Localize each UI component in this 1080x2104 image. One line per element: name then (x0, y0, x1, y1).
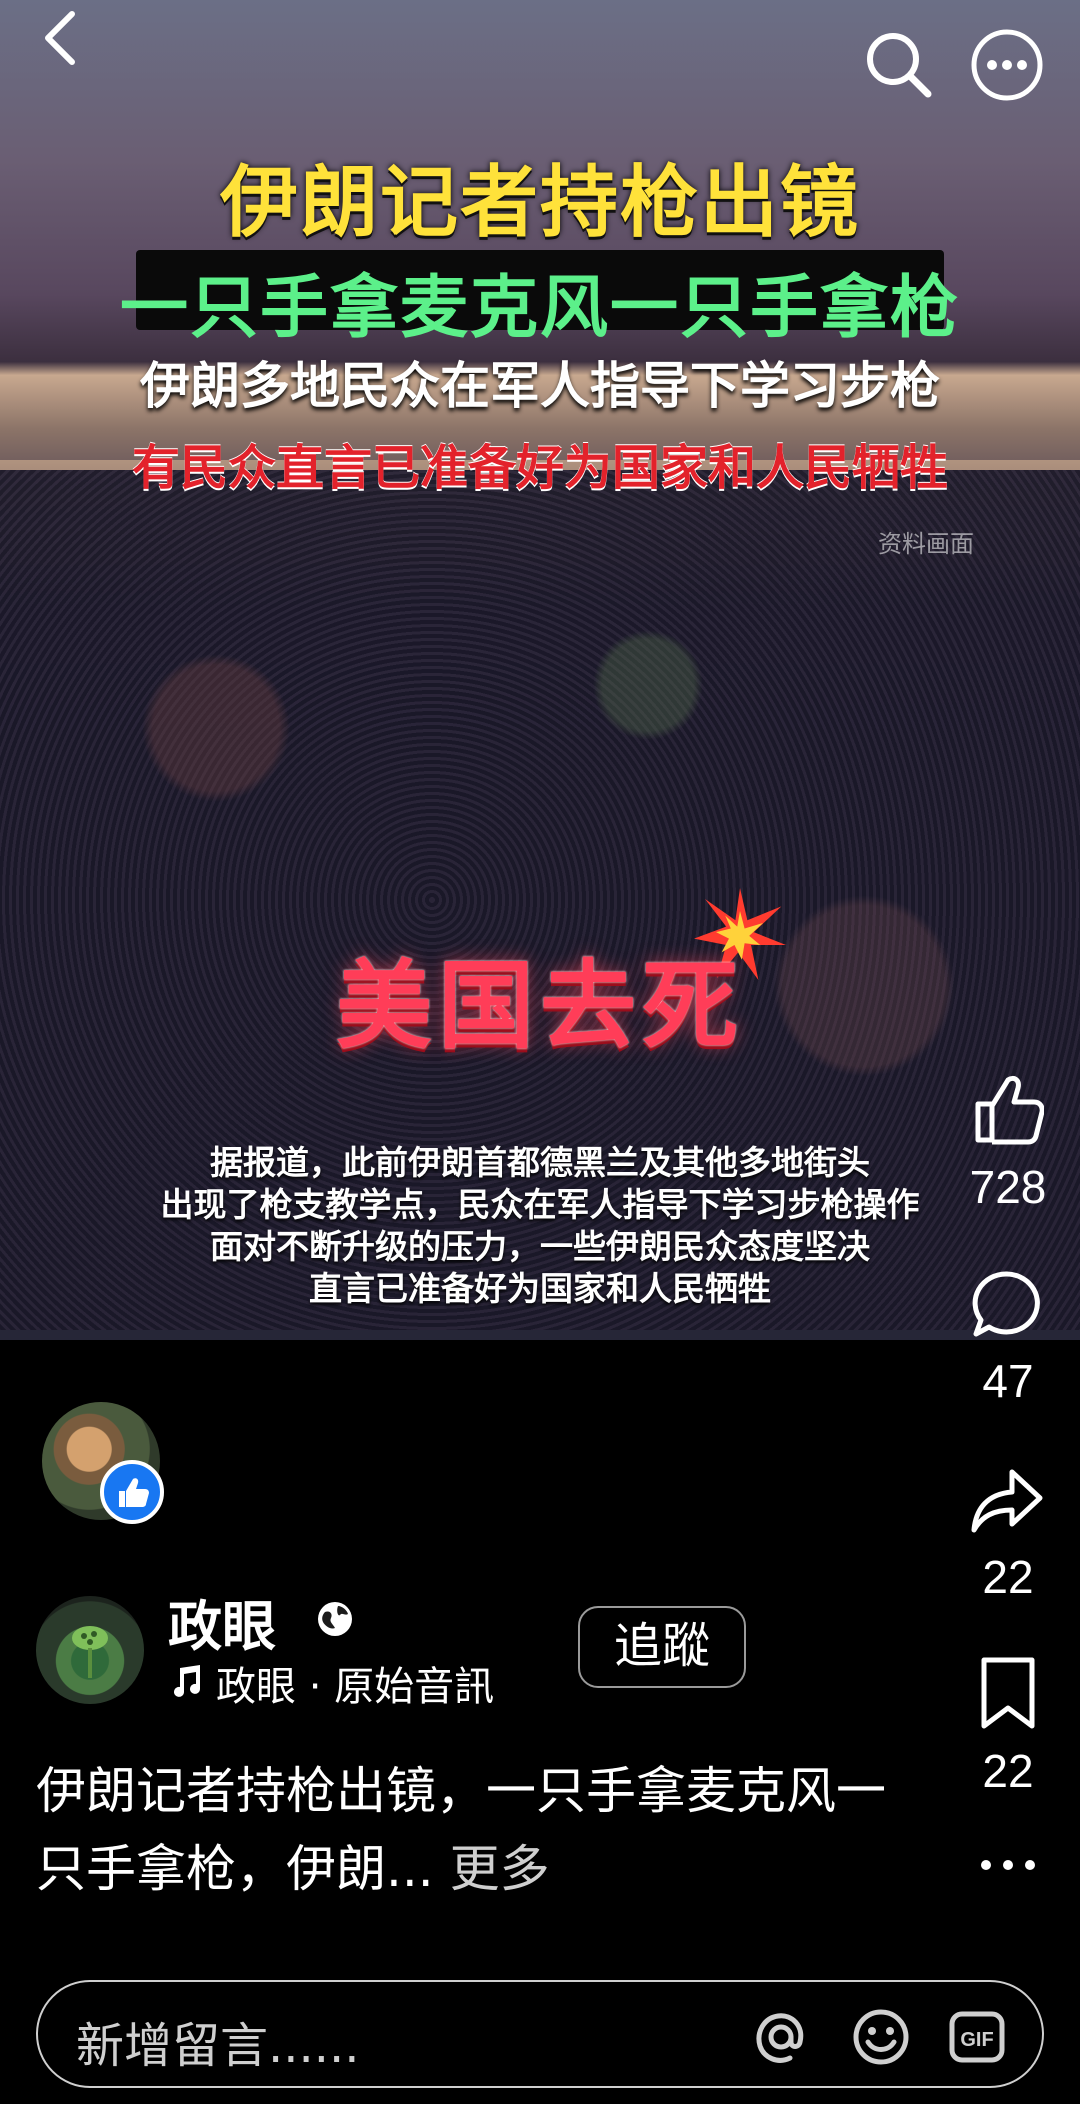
mention-icon[interactable] (752, 2008, 810, 2066)
bookmark-icon[interactable] (978, 1656, 1038, 1730)
gif-icon[interactable]: GIF (948, 2008, 1006, 2066)
search-icon[interactable] (862, 28, 934, 100)
video-title-line2: 一只手拿麦克风一只手拿枪 (119, 269, 960, 348)
caption-line: 出现了枪支教学点，民众在军人指导下学习步枪操作 (160, 1185, 920, 1224)
video-watermark: 资料画面 (878, 530, 974, 558)
like-icon[interactable] (970, 1072, 1044, 1146)
like-count: 728 (969, 1161, 1047, 1213)
follow-button[interactable]: 追蹤 (578, 1606, 746, 1688)
video-caption: 据报道，此前伊朗首都德黑兰及其他多地街头 出现了枪支教学点，民众在军人指导下学习… (0, 1142, 1080, 1310)
emoji-icon[interactable] (852, 2008, 910, 2066)
caption-line: 面对不断升级的压力，一些伊朗民众态度坚决 (210, 1227, 870, 1266)
lotus-pod-icon (72, 1626, 108, 1678)
more-options-icon[interactable] (976, 1850, 1040, 1880)
video-title-line4: 有民众直言已准备好为国家和人民牺牲 (131, 440, 948, 496)
video-lower-area (0, 1330, 1080, 1340)
save-count: 22 (982, 1745, 1034, 1797)
caption-line: 直言已准备好为国家和人民牺牲 (309, 1269, 771, 1308)
globe-icon (318, 1602, 352, 1636)
share-count: 22 (982, 1551, 1034, 1603)
video-title-line3: 伊朗多地民众在军人指导下学习步枪 (140, 357, 940, 415)
post-description[interactable]: 伊朗记者持枪出镜，一只手拿麦克风一只手拿枪，伊朗... 更多 (36, 1752, 916, 1908)
comment-count: 47 (982, 1355, 1034, 1407)
channel-avatar[interactable] (36, 1596, 144, 1704)
comment-icon[interactable] (970, 1268, 1044, 1342)
music-note-icon (174, 1665, 200, 1697)
channel-name[interactable]: 政眼 (168, 1582, 276, 1661)
chevron-left-icon[interactable] (40, 10, 80, 66)
share-icon[interactable] (970, 1464, 1044, 1538)
video-slogan: 美国去死 (336, 950, 744, 1062)
comment-input[interactable]: 新增留言...... GIF (36, 1980, 1044, 2088)
video-player[interactable]: 伊朗记者持枪出镜 一只手拿麦克风一只手拿枪 伊朗多地民众在军人指导下学习步枪 有… (0, 0, 1080, 1340)
more-horizontal-icon[interactable] (970, 28, 1044, 102)
like-reaction-badge (100, 1460, 164, 1524)
svg-text:GIF: GIF (960, 2029, 993, 2051)
video-title-line1: 伊朗记者持枪出镜 (219, 158, 860, 248)
original-audio-label[interactable]: 政眼 · 原始音訊 (216, 1654, 494, 1712)
thumbs-up-icon (119, 1478, 149, 1507)
comment-placeholder: 新增留言...... (76, 2018, 360, 2074)
more-link[interactable]: 更多 (450, 1840, 550, 1898)
caption-line: 据报道，此前伊朗首都德黑兰及其他多地街头 (210, 1143, 870, 1182)
